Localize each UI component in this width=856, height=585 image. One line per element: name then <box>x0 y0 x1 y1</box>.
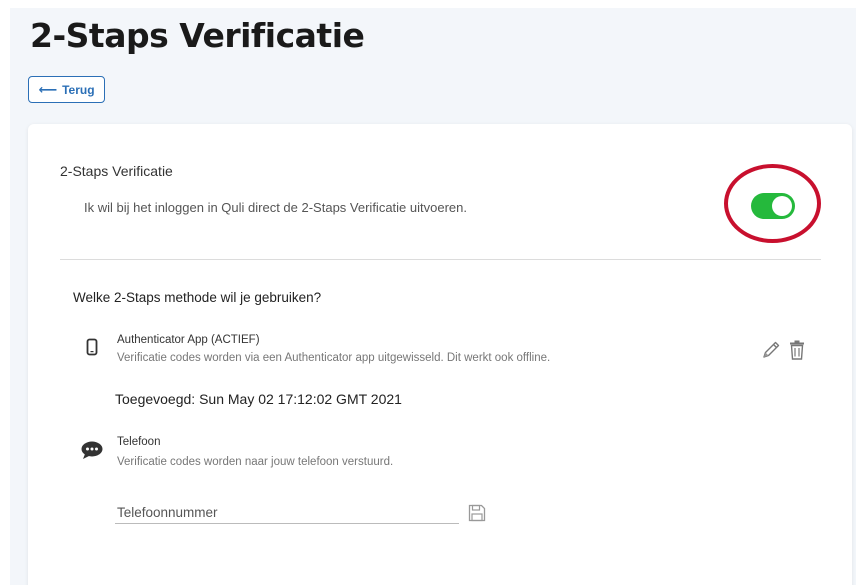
method-question: Welke 2-Staps methode wil je gebruiken? <box>73 290 322 305</box>
authenticator-method-description: Verificatie codes worden via een Authent… <box>117 352 551 364</box>
phone-method-name: Telefoon <box>117 436 161 448</box>
arrow-left-icon: ⟵ <box>38 82 58 97</box>
section-description: Ik wil bij het inloggen in Quli direct d… <box>84 200 467 215</box>
page-title: 2-Staps Verificatie <box>30 16 365 55</box>
section-title: 2-Staps Verificatie <box>60 163 173 179</box>
trash-icon[interactable] <box>788 339 806 361</box>
pencil-icon[interactable] <box>760 339 782 361</box>
floppy-disk-icon[interactable] <box>467 503 487 523</box>
phone-number-input[interactable] <box>115 502 459 524</box>
back-button-label: Terug <box>62 82 95 97</box>
phone-method-description: Verificatie codes worden naar jouw telef… <box>117 456 394 468</box>
authenticator-method-name: Authenticator App (ACTIEF) <box>117 334 260 346</box>
smartphone-icon <box>86 338 98 356</box>
divider <box>60 259 821 260</box>
highlight-ring <box>724 164 821 243</box>
authenticator-added-date: Toegevoegd: Sun May 02 17:12:02 GMT 2021 <box>115 391 402 407</box>
back-button[interactable]: ⟵ Terug <box>28 76 105 103</box>
chat-bubble-icon <box>81 441 103 459</box>
